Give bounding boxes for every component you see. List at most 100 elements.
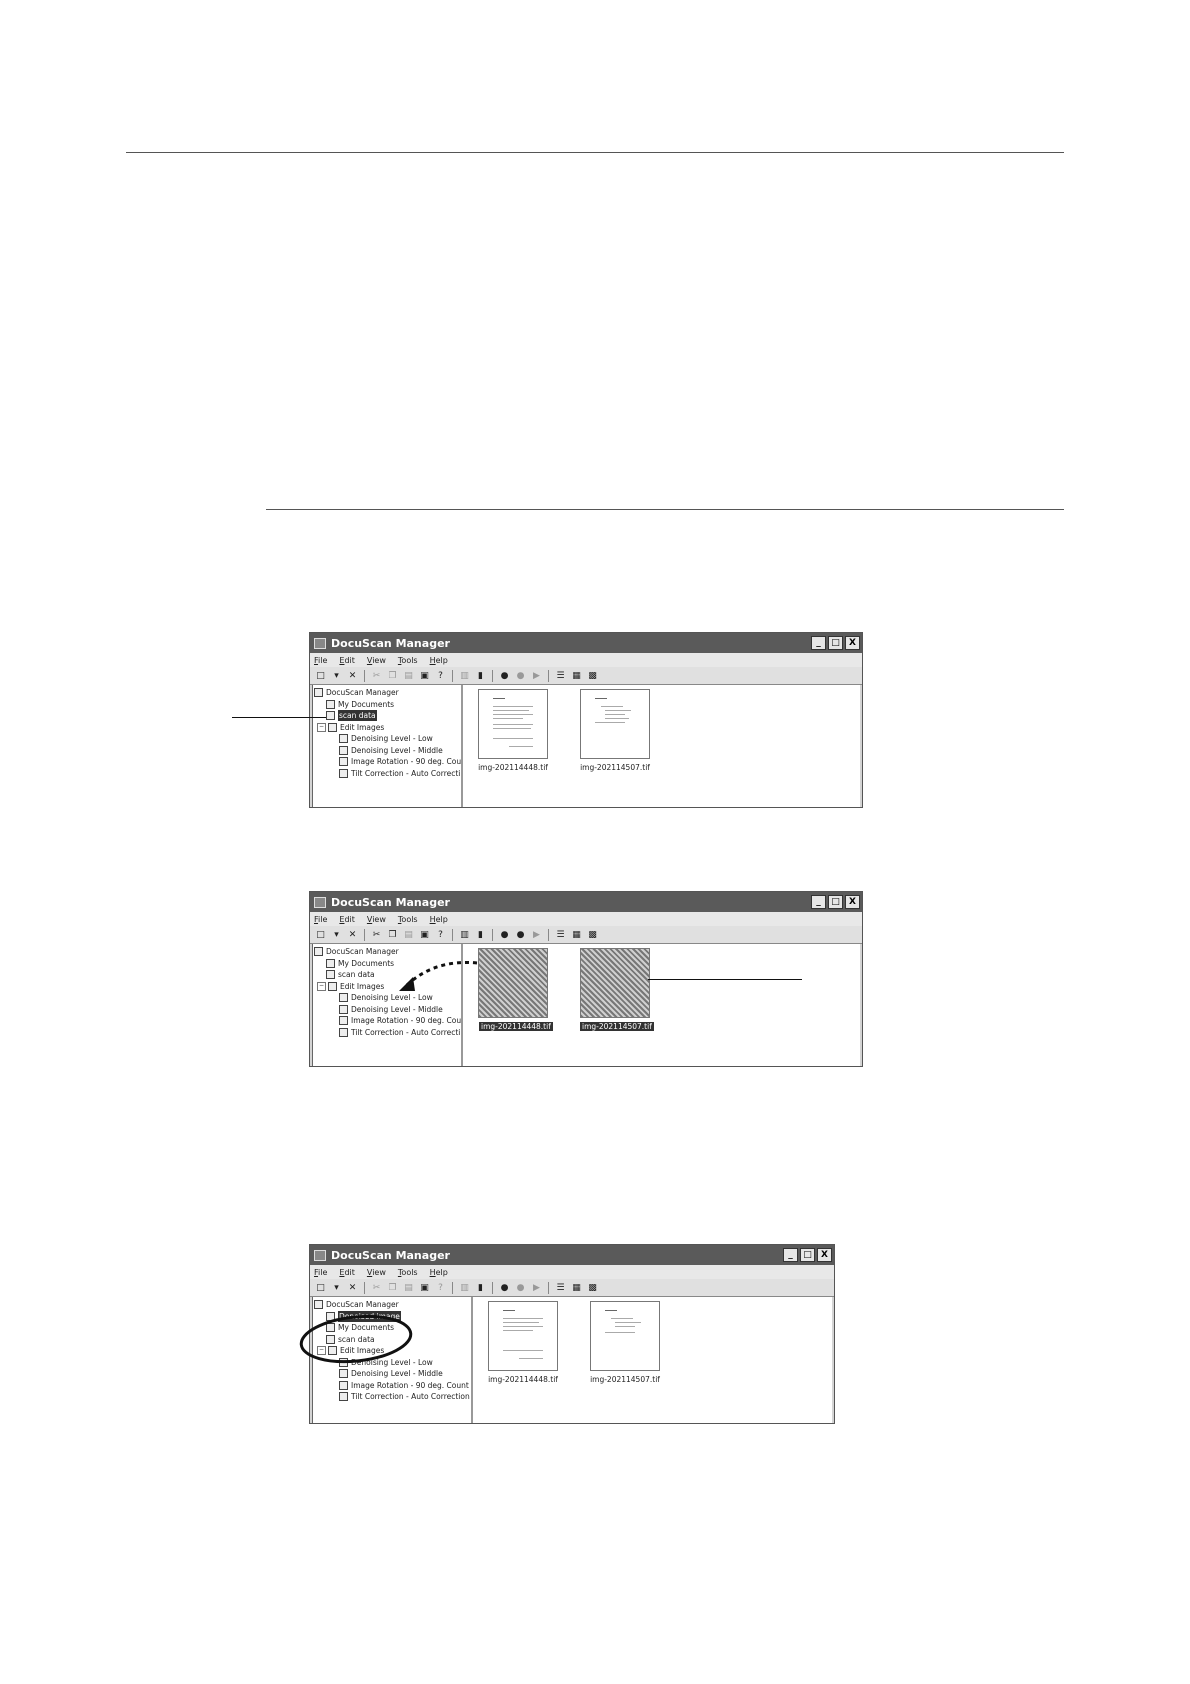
menu-help[interactable]: Help bbox=[430, 915, 448, 924]
document-icon[interactable]: ▮ bbox=[474, 929, 487, 941]
paste-icon[interactable]: ▤ bbox=[402, 929, 415, 941]
list-view-icon[interactable]: ☰ bbox=[554, 1282, 567, 1294]
title-bar[interactable]: DocuScan Manager _ □ X bbox=[310, 633, 862, 653]
cut-icon[interactable]: ✂ bbox=[370, 929, 383, 941]
tree-tilt-correction[interactable]: Tilt Correction - Auto Correcti bbox=[313, 768, 461, 780]
tree-denoise-middle[interactable]: Denoising Level - Middle bbox=[313, 745, 461, 757]
menu-tools[interactable]: Tools bbox=[398, 1268, 418, 1277]
delete-icon[interactable]: ✕ bbox=[346, 929, 359, 941]
file-thumbnail[interactable] bbox=[478, 689, 548, 759]
maximize-button[interactable]: □ bbox=[828, 895, 843, 909]
record-icon[interactable]: ● bbox=[498, 1282, 511, 1294]
menu-edit[interactable]: Edit bbox=[339, 656, 355, 665]
detail-view-icon[interactable]: ▩ bbox=[586, 1282, 599, 1294]
tree-root[interactable]: DocuScan Manager bbox=[313, 1299, 471, 1311]
export-icon[interactable]: ▶ bbox=[530, 670, 543, 682]
scan-icon[interactable]: ▥ bbox=[458, 929, 471, 941]
maximize-button[interactable]: □ bbox=[828, 636, 843, 650]
properties-icon[interactable]: ▣ bbox=[418, 929, 431, 941]
close-button[interactable]: X bbox=[845, 636, 860, 650]
menu-edit[interactable]: Edit bbox=[339, 1268, 355, 1277]
tree-root[interactable]: DocuScan Manager bbox=[313, 687, 461, 699]
menu-view[interactable]: View bbox=[367, 656, 386, 665]
file-name[interactable]: img-202114507.tif bbox=[580, 1375, 670, 1384]
delete-icon[interactable]: ✕ bbox=[346, 670, 359, 682]
properties-icon[interactable]: ▣ bbox=[418, 1282, 431, 1294]
document-icon[interactable]: ▮ bbox=[474, 670, 487, 682]
record-icon[interactable]: ● bbox=[498, 929, 511, 941]
collapse-icon[interactable]: − bbox=[317, 981, 326, 991]
help-icon[interactable]: ? bbox=[434, 1282, 447, 1294]
tree-my-documents[interactable]: My Documents bbox=[313, 699, 461, 711]
new-folder-icon[interactable]: □ bbox=[314, 1282, 327, 1294]
file-name[interactable]: img-202114448.tif bbox=[478, 1375, 568, 1384]
dropdown-arrow-icon[interactable]: ▾ bbox=[330, 929, 343, 941]
list-view-icon[interactable]: ☰ bbox=[554, 929, 567, 941]
paste-icon[interactable]: ▤ bbox=[402, 670, 415, 682]
title-bar[interactable]: DocuScan Manager _ □ X bbox=[310, 892, 862, 912]
menu-view[interactable]: View bbox=[367, 1268, 386, 1277]
properties-icon[interactable]: ▣ bbox=[418, 670, 431, 682]
menu-help[interactable]: Help bbox=[430, 1268, 448, 1277]
tree-tilt-correction[interactable]: Tilt Correction - Auto Correction bbox=[313, 1391, 471, 1403]
export-icon[interactable]: ▶ bbox=[530, 929, 543, 941]
selected-file-name[interactable]: img-202114507.tif bbox=[580, 1022, 654, 1031]
close-button[interactable]: X bbox=[817, 1248, 832, 1262]
thumbnail-view-icon[interactable]: ▦ bbox=[570, 1282, 583, 1294]
file-thumbnail[interactable] bbox=[590, 1301, 660, 1371]
selected-file-thumbnail[interactable] bbox=[580, 948, 650, 1018]
menu-file[interactable]: File bbox=[314, 1268, 327, 1277]
menu-edit[interactable]: Edit bbox=[339, 915, 355, 924]
menu-file[interactable]: File bbox=[314, 915, 327, 924]
selected-file-thumbnail[interactable] bbox=[478, 948, 548, 1018]
title-bar[interactable]: DocuScan Manager _ □ X bbox=[310, 1245, 834, 1265]
minimize-button[interactable]: _ bbox=[811, 636, 826, 650]
menu-tools[interactable]: Tools bbox=[398, 915, 418, 924]
tree-image-rotation[interactable]: Image Rotation - 90 deg. Cou bbox=[313, 756, 461, 768]
tree-tilt-correction[interactable]: Tilt Correction - Auto Correcti bbox=[313, 1027, 461, 1039]
list-view-icon[interactable]: ☰ bbox=[554, 670, 567, 682]
cut-icon[interactable]: ✂ bbox=[370, 1282, 383, 1294]
stop-icon[interactable]: ● bbox=[514, 670, 527, 682]
paste-icon[interactable]: ▤ bbox=[402, 1282, 415, 1294]
menu-file[interactable]: File bbox=[314, 656, 327, 665]
file-name[interactable]: img-202114507.tif bbox=[570, 763, 660, 772]
stop-icon[interactable]: ● bbox=[514, 929, 527, 941]
tree-image-rotation[interactable]: Image Rotation - 90 deg. Cou bbox=[313, 1015, 461, 1027]
tree-image-rotation[interactable]: Image Rotation - 90 deg. Count bbox=[313, 1380, 471, 1392]
dropdown-arrow-icon[interactable]: ▾ bbox=[330, 670, 343, 682]
menu-tools[interactable]: Tools bbox=[398, 656, 418, 665]
record-icon[interactable]: ● bbox=[498, 670, 511, 682]
maximize-button[interactable]: □ bbox=[800, 1248, 815, 1262]
new-folder-icon[interactable]: □ bbox=[314, 929, 327, 941]
detail-view-icon[interactable]: ▩ bbox=[586, 929, 599, 941]
export-icon[interactable]: ▶ bbox=[530, 1282, 543, 1294]
dropdown-arrow-icon[interactable]: ▾ bbox=[330, 1282, 343, 1294]
scan-icon[interactable]: ▥ bbox=[458, 670, 471, 682]
tree-edit-images[interactable]: − Edit Images bbox=[313, 722, 461, 734]
new-folder-icon[interactable]: □ bbox=[314, 670, 327, 682]
selected-file-name[interactable]: img-202114448.tif bbox=[479, 1022, 553, 1031]
copy-icon[interactable]: ❐ bbox=[386, 1282, 399, 1294]
minimize-button[interactable]: _ bbox=[783, 1248, 798, 1262]
close-button[interactable]: X bbox=[845, 895, 860, 909]
collapse-icon[interactable]: − bbox=[317, 722, 326, 732]
document-icon[interactable]: ▮ bbox=[474, 1282, 487, 1294]
thumbnail-view-icon[interactable]: ▦ bbox=[570, 929, 583, 941]
delete-icon[interactable]: ✕ bbox=[346, 1282, 359, 1294]
copy-icon[interactable]: ❐ bbox=[386, 929, 399, 941]
tree-denoise-middle[interactable]: Denoising Level - Middle bbox=[313, 1004, 461, 1016]
help-icon[interactable]: ? bbox=[434, 670, 447, 682]
copy-icon[interactable]: ❐ bbox=[386, 670, 399, 682]
minimize-button[interactable]: _ bbox=[811, 895, 826, 909]
scan-icon[interactable]: ▥ bbox=[458, 1282, 471, 1294]
stop-icon[interactable]: ● bbox=[514, 1282, 527, 1294]
file-thumbnail[interactable] bbox=[488, 1301, 558, 1371]
file-name[interactable]: img-202114448.tif bbox=[468, 763, 558, 772]
tree-denoise-low[interactable]: Denoising Level - Low bbox=[313, 733, 461, 745]
menu-help[interactable]: Help bbox=[430, 656, 448, 665]
tree-scan-data[interactable]: scan data bbox=[313, 710, 461, 722]
thumbnail-view-icon[interactable]: ▦ bbox=[570, 670, 583, 682]
cut-icon[interactable]: ✂ bbox=[370, 670, 383, 682]
detail-view-icon[interactable]: ▩ bbox=[586, 670, 599, 682]
